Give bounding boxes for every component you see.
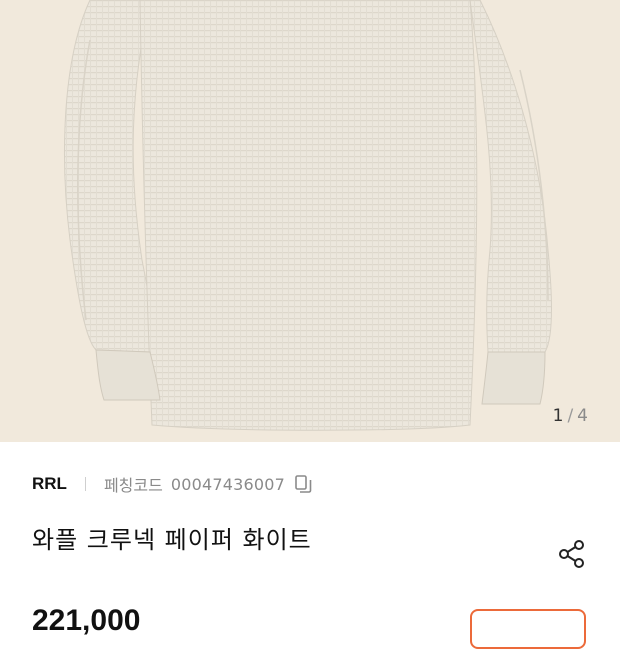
- product-photo: [64, 0, 553, 431]
- gallery-total-pages: 4: [577, 406, 588, 426]
- product-meta-row: RRL 페칭코드 00047436007: [32, 472, 313, 496]
- product-price: 221,000: [32, 604, 141, 637]
- fetching-code-value: 00047436007: [170, 474, 286, 494]
- coupon-button[interactable]: [470, 609, 586, 649]
- share-icon[interactable]: [556, 538, 588, 570]
- fetching-code-label: 페칭코드: [103, 476, 163, 495]
- brand-link[interactable]: RRL: [32, 474, 67, 494]
- gallery-current-page: 1: [552, 406, 564, 426]
- gallery-page-indicator: 1/4: [553, 406, 588, 426]
- gallery-page-separator: /: [567, 406, 574, 426]
- product-image-gallery[interactable]: 1/4: [0, 0, 620, 442]
- copy-icon[interactable]: [293, 474, 313, 494]
- meta-divider: [84, 477, 86, 491]
- product-title: 와플 크루넥 페이퍼 화이트: [32, 526, 312, 554]
